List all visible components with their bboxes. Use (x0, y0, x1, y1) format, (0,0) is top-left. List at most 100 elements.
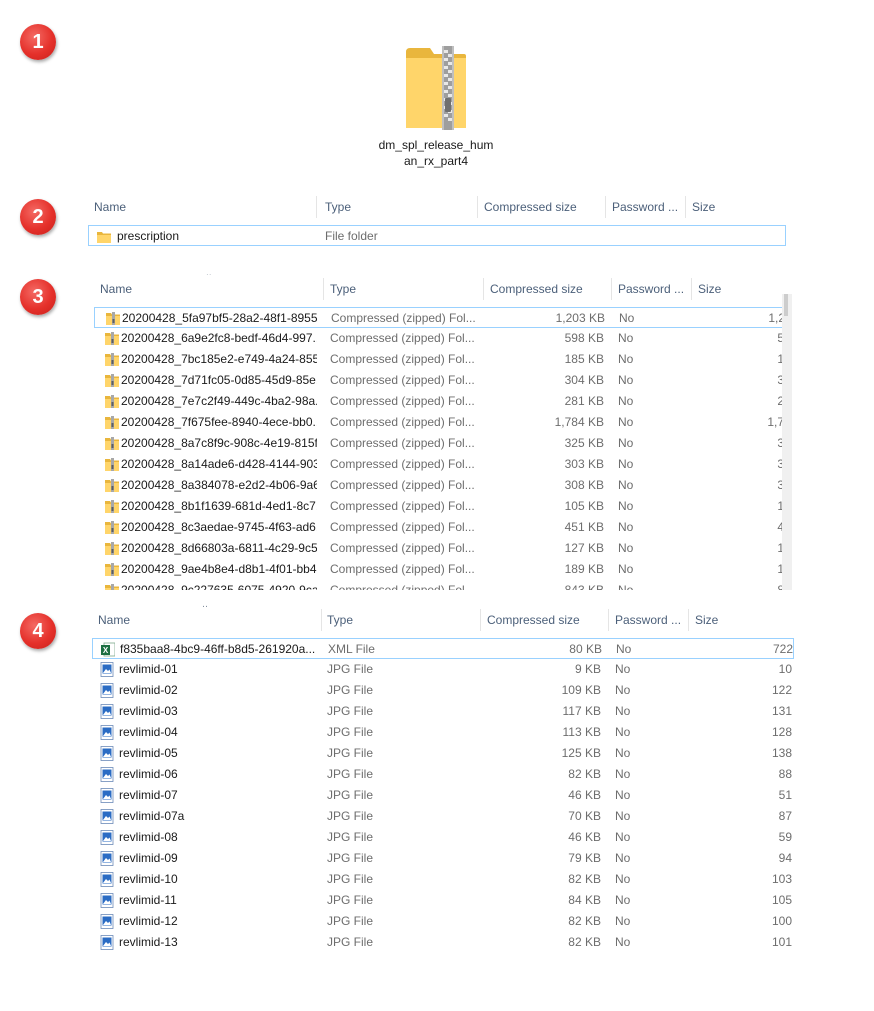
list-item[interactable]: revlimid-04 JPG File 113 KB No 128 (92, 722, 794, 743)
list-item[interactable]: 20200428_8b1f1639-681d-4ed1-8c7... Compre… (94, 496, 792, 517)
list-item[interactable]: 20200428_5fa97bf5-28a2-48f1-8955... Compr… (94, 307, 792, 328)
row-password: No (618, 478, 634, 492)
column-header-password[interactable]: Password ... (612, 274, 690, 304)
list-item[interactable]: 20200428_8a384078-e2d2-4b06-9a6... Compre… (94, 475, 792, 496)
column-header-password[interactable]: Password ... (606, 192, 684, 222)
row-name: revlimid-10 (119, 872, 178, 886)
column-header-compressed-size[interactable]: Compressed size (484, 274, 610, 304)
column-header-type[interactable]: Type (319, 192, 477, 222)
row-password: No (615, 830, 631, 844)
column-header-row: ․․ Name Type Compressed size Password ..… (92, 605, 794, 635)
column-header-row: ⌃ Name Type Compressed size Password ...… (88, 192, 786, 222)
list-item[interactable]: revlimid-07 JPG File 46 KB No 51 (92, 785, 794, 806)
list-item[interactable]: 20200428_9ae4b8e4-d8b1-4f01-bb4... Compre… (94, 559, 792, 580)
list-item[interactable]: revlimid-01 JPG File 9 KB No 10 (92, 659, 794, 680)
column-header-name[interactable]: Name (88, 192, 314, 222)
list-item[interactable]: revlimid-05 JPG File 125 KB No 138 (92, 743, 794, 764)
row-name: 20200428_8a7c8f9c-908c-4e19-815f... (121, 436, 317, 450)
row-compressed-size: 84 KB (568, 893, 601, 907)
list-item[interactable]: 20200428_7e7c2f49-449c-4ba2-98a... Compre… (94, 391, 792, 412)
row-type: Compressed (zipped) Fol... (330, 394, 475, 408)
list-item[interactable]: 20200428_7d71fc05-0d85-45d9-85e... Compre… (94, 370, 792, 391)
list-item[interactable]: revlimid-09 JPG File 79 KB No 94 (92, 848, 794, 869)
list-item[interactable]: Xf835baa8-4bc9-46ff-b8d5-261920a... XML F… (92, 638, 794, 659)
list-item[interactable]: revlimid-11 JPG File 84 KB No 105 (92, 890, 794, 911)
row-size: 3 (777, 373, 784, 387)
list-item[interactable]: 20200428_9c227635-6075-4920-9ca... Compre… (94, 580, 792, 590)
list-item[interactable]: revlimid-12 JPG File 82 KB No 100 (92, 911, 794, 932)
list-item[interactable]: revlimid-06 JPG File 82 KB No 88 (92, 764, 794, 785)
row-compressed-size: 105 KB (564, 499, 604, 513)
row-password: No (615, 767, 631, 781)
row-name: 20200428_9ae4b8e4-d8b1-4f01-bb4... (121, 562, 317, 576)
column-header-compressed-size[interactable]: Compressed size (481, 605, 607, 635)
row-password: No (615, 809, 631, 823)
list-item[interactable]: revlimid-08 JPG File 46 KB No 59 (92, 827, 794, 848)
row-size: 138 (771, 746, 792, 760)
row-type: JPG File (327, 683, 374, 697)
column-header-name[interactable]: Name (94, 274, 320, 304)
list-item[interactable]: 20200428_8c3aedae-9745-4f63-ad6... Compre… (94, 517, 792, 538)
row-compressed-size: 109 KB (561, 683, 601, 697)
list-item[interactable]: 20200428_7bc185e2-e749-4a24-855... Compre… (94, 349, 792, 370)
column-header-size[interactable]: Size (692, 274, 782, 304)
row-compressed-size: 46 KB (568, 788, 601, 802)
list-item[interactable]: 20200428_8d66803a-6811-4c29-9c5... Compre… (94, 538, 792, 559)
column-header-row: ⌃ Name Type Compressed size Password ...… (94, 274, 792, 304)
callout-badge-2: 2 (20, 199, 56, 235)
row-type: Compressed (zipped) Fol... (330, 352, 475, 366)
row-name: revlimid-04 (119, 725, 178, 739)
row-compressed-size: 70 KB (568, 809, 601, 823)
row-size: 5 (777, 331, 784, 345)
scrollbar-thumb[interactable] (784, 294, 788, 316)
row-compressed-size: 325 KB (564, 436, 604, 450)
row-size: 1 (777, 562, 784, 576)
vertical-scrollbar[interactable] (782, 294, 792, 590)
list-item[interactable]: revlimid-10 JPG File 82 KB No 103 (92, 869, 794, 890)
row-password: No (618, 373, 634, 387)
column-header-password[interactable]: Password ... (609, 605, 687, 635)
list-item[interactable]: 20200428_8a14ade6-d428-4144-903... Compre… (94, 454, 792, 475)
column-header-size[interactable]: Size (686, 192, 786, 222)
row-compressed-size: 598 KB (564, 331, 604, 345)
column-header-type[interactable]: Type (321, 605, 479, 635)
row-name: revlimid-01 (119, 662, 178, 676)
list-item[interactable]: 20200428_6a9e2fc8-bedf-46d4-997... Compre… (94, 328, 792, 349)
row-password: No (618, 415, 634, 429)
row-type: Compressed (zipped) Fol... (330, 457, 475, 471)
column-header-compressed-size[interactable]: Compressed size (478, 192, 604, 222)
row-name: revlimid-08 (119, 830, 178, 844)
column-header-name[interactable]: Name (92, 605, 318, 635)
row-size: 3 (777, 436, 784, 450)
column-header-type[interactable]: Type (324, 274, 482, 304)
row-name: revlimid-05 (119, 746, 178, 760)
row-compressed-size: 308 KB (564, 478, 604, 492)
row-name: revlimid-06 (119, 767, 178, 781)
row-name: 20200428_7d71fc05-0d85-45d9-85e... (121, 373, 317, 387)
callout-badge-3: 3 (20, 279, 56, 315)
list-item[interactable]: 20200428_7f675fee-8940-4ece-bb0... Compre… (94, 412, 792, 433)
row-compressed-size: 125 KB (561, 746, 601, 760)
row-size: 1 (777, 541, 784, 555)
row-type: Compressed (zipped) Fol... (330, 562, 475, 576)
list-item-prescription[interactable]: prescription File folder (88, 225, 786, 246)
archive-pane-xml-contents: ․․ Name Type Compressed size Password ..… (92, 605, 794, 955)
list-item[interactable]: revlimid-07a JPG File 70 KB No 87 (92, 806, 794, 827)
list-item[interactable]: revlimid-03 JPG File 117 KB No 131 (92, 701, 794, 722)
row-type: Compressed (zipped) Fol... (330, 478, 475, 492)
list-item[interactable]: revlimid-13 JPG File 82 KB No 101 (92, 932, 794, 953)
row-type: JPG File (327, 893, 374, 907)
row-type: XML File (328, 642, 375, 656)
list-item[interactable]: 20200428_8a7c8f9c-908c-4e19-815f... Compr… (94, 433, 792, 454)
row-type: Compressed (zipped) Fol... (330, 373, 475, 387)
column-header-size[interactable]: Size (689, 605, 789, 635)
list-item[interactable]: revlimid-02 JPG File 109 KB No 122 (92, 680, 794, 701)
row-name: 20200428_6a9e2fc8-bedf-46d4-997... (121, 331, 317, 345)
row-compressed-size: 79 KB (568, 851, 601, 865)
row-name: revlimid-02 (119, 683, 178, 697)
row-name: revlimid-11 (119, 893, 177, 907)
row-size: 101 (771, 935, 792, 949)
row-size: 122 (771, 683, 792, 697)
row-size: 2 (777, 394, 784, 408)
row-compressed-size: 451 KB (564, 520, 604, 534)
